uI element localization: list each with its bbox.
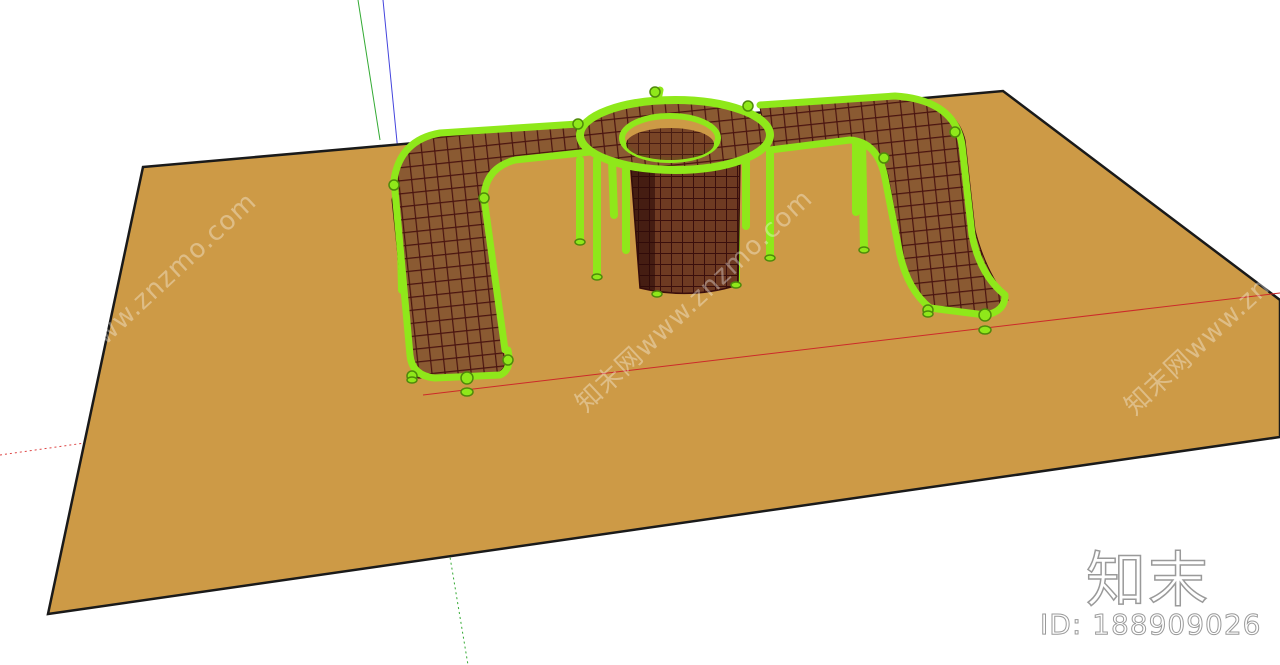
brand-logo: 知末 <box>1085 545 1210 617</box>
central-ring-inner-wall <box>626 128 714 160</box>
green-axis-line <box>357 0 381 141</box>
image-id-label: ID: 188909026 <box>1039 608 1262 642</box>
